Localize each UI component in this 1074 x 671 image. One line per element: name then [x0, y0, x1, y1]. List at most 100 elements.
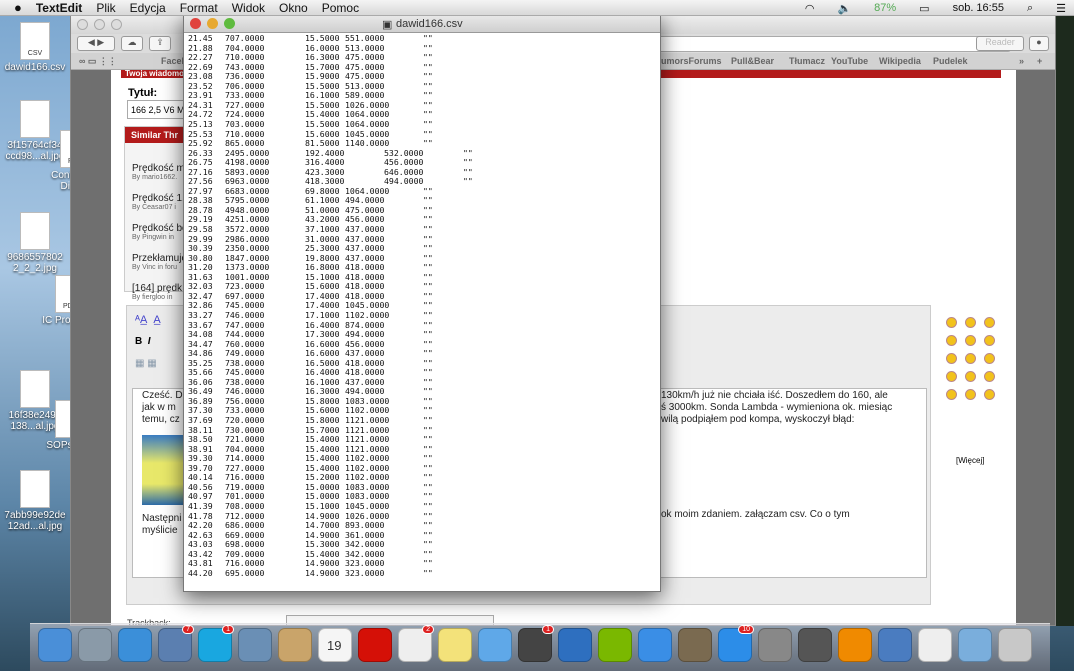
bold-icon[interactable]: B I: [135, 336, 151, 347]
csv-cell: 1373.0000: [225, 262, 270, 273]
bookmark-rumorsforums[interactable]: umorsForums: [661, 56, 722, 66]
menu-okno[interactable]: Okno: [279, 1, 308, 15]
menu-app-name[interactable]: TextEdit: [36, 1, 82, 15]
menu-edycja[interactable]: Edycja: [130, 1, 166, 15]
smiley-icon[interactable]: [984, 317, 995, 328]
more-smilies-link[interactable]: [Więcej]: [956, 456, 984, 465]
smiley-icon[interactable]: [984, 389, 995, 400]
dock-itunes-icon[interactable]: [638, 628, 672, 662]
dock-notes-icon[interactable]: [438, 628, 472, 662]
csv-row: 35.66 745.0000 16.4000 418.0000 "": [184, 367, 660, 377]
dock-vlc-icon[interactable]: [838, 628, 872, 662]
smiley-icon[interactable]: [984, 371, 995, 382]
icloud-icon[interactable]: ☁: [121, 36, 143, 51]
font-size-icon[interactable]: ᴬA̲ A̲: [135, 314, 161, 326]
smiley-icon[interactable]: [946, 353, 957, 364]
bookmark-wikipedia[interactable]: Wikipedia: [879, 56, 921, 66]
back-forward-buttons[interactable]: ◀ ▶: [77, 36, 115, 51]
bookmarks-more[interactable]: »: [1019, 56, 1024, 66]
minimize-button[interactable]: [94, 19, 105, 30]
dock-iphoto-icon[interactable]: [678, 628, 712, 662]
csv-cell: "": [423, 539, 433, 550]
bookmark-pullbear[interactable]: Pull&Bear: [731, 56, 774, 66]
minimize-button[interactable]: [207, 18, 218, 29]
dock-calendar-icon[interactable]: 19: [318, 628, 352, 662]
dock-skype-icon[interactable]: 1: [198, 625, 234, 662]
smiley-icon[interactable]: [984, 353, 995, 364]
desktop-icon[interactable]: 9686557802 2_2_2.jpg: [0, 212, 70, 274]
csv-row: 29.19 4251.0000 43.2000 456.0000 "": [184, 214, 660, 224]
dock-instacast-icon[interactable]: [798, 628, 832, 662]
menu-plik[interactable]: Plik: [96, 1, 115, 15]
similar-thread-title[interactable]: Prędkość 1.: [132, 193, 185, 204]
smiley-icon[interactable]: [946, 335, 957, 346]
smiley-icon[interactable]: [946, 389, 957, 400]
similar-thread-title[interactable]: Przekłamuje: [132, 253, 187, 264]
dock-lastfm-icon[interactable]: [358, 628, 392, 662]
dock-spotify-icon[interactable]: [598, 628, 632, 662]
document-text[interactable]: 21.45 707.0000 15.5000 551.0000 "" 21.88 704.0…: [184, 33, 660, 591]
reader-button[interactable]: Reader: [976, 36, 1024, 51]
dock-screen-app-icon[interactable]: [878, 628, 912, 662]
similar-thread-title[interactable]: Prędkość bo: [132, 223, 188, 234]
menu-pomoc[interactable]: Pomoc: [322, 1, 359, 15]
csv-row: 38.11 730.0000 15.7000 1121.0000 "": [184, 425, 660, 435]
similar-thread-title[interactable]: [164] prędk: [132, 283, 182, 294]
close-button[interactable]: [77, 19, 88, 30]
volume-icon[interactable]: 🔈: [837, 2, 851, 15]
desktop-icon[interactable]: 7abb99e92de 12ad...al.jpg: [0, 470, 70, 532]
smiley-icon[interactable]: [965, 371, 976, 382]
post-text-line: ok moim zdaniem. załączam csv. Co o tym: [661, 509, 850, 520]
reading-list-icon[interactable]: ∞ ▭ ⋮⋮: [79, 56, 117, 67]
dock-facetime-icon[interactable]: 1: [518, 625, 554, 662]
csv-cell: 14.9000: [305, 567, 340, 578]
dock-preview-icon[interactable]: [238, 628, 272, 662]
dock-contacts-icon[interactable]: [278, 628, 312, 662]
csv-cell: 743.0000: [225, 61, 265, 72]
smiley-icon[interactable]: [946, 371, 957, 382]
screenshot-image[interactable]: [142, 435, 186, 505]
similar-thread-title[interactable]: Prędkość m: [132, 163, 185, 174]
apple-icon[interactable]: ●: [14, 0, 22, 15]
bookmark-youtube[interactable]: YouTube: [831, 56, 868, 66]
dock-launchpad-icon[interactable]: [78, 628, 112, 662]
zoom-button[interactable]: [111, 19, 122, 30]
smiley-icon[interactable]: [965, 317, 976, 328]
csv-cell: 475.0000: [345, 71, 385, 82]
zoom-button[interactable]: [224, 18, 235, 29]
dock-textedit-icon[interactable]: [918, 628, 952, 662]
share-icon[interactable]: ⇪: [149, 36, 171, 51]
csv-cell: 893.0000: [345, 520, 385, 531]
dock-mail-bird-icon[interactable]: 7: [158, 625, 194, 662]
smiley-icon[interactable]: [965, 353, 976, 364]
textedit-title-bar[interactable]: ▣ dawid166.csv: [184, 15, 660, 33]
dock-trash-icon[interactable]: [998, 628, 1032, 662]
battery-percent[interactable]: 87%: [874, 2, 896, 14]
bookmark-tlumacz[interactable]: Tłumacz: [789, 56, 825, 66]
wifi-icon[interactable]: ◠: [805, 2, 815, 15]
dock-app-store-icon[interactable]: 10: [718, 625, 754, 662]
menu-widok[interactable]: Widok: [232, 1, 265, 15]
downloads-icon[interactable]: ●: [1029, 36, 1049, 51]
dock-safari-icon[interactable]: [118, 628, 152, 662]
dock-messages-icon[interactable]: [478, 628, 512, 662]
close-button[interactable]: [190, 18, 201, 29]
smiley-icon[interactable]: [984, 335, 995, 346]
smiley-icon[interactable]: [965, 335, 976, 346]
dock-reminders-icon[interactable]: 2: [398, 625, 434, 662]
dock-finder-icon[interactable]: [38, 628, 72, 662]
clock[interactable]: sob. 16:55: [953, 2, 1004, 14]
dock-quicktime-icon[interactable]: [558, 628, 592, 662]
spotlight-icon[interactable]: ⌕: [1027, 2, 1033, 15]
notification-center-icon[interactable]: ☰: [1056, 2, 1066, 15]
dock-folder-icon[interactable]: [958, 628, 992, 662]
menu-format[interactable]: Format: [180, 1, 218, 15]
table-icon[interactable]: ▦ ▦: [135, 358, 157, 369]
battery-icon[interactable]: ▭: [919, 2, 929, 15]
dock-system-preferences-icon[interactable]: [758, 628, 792, 662]
smiley-icon[interactable]: [965, 389, 976, 400]
smiley-icon[interactable]: [946, 317, 957, 328]
bookmark-pudelek[interactable]: Pudelek: [933, 56, 968, 66]
new-tab-button[interactable]: +: [1037, 56, 1042, 66]
desktop-icon[interactable]: CSV dawid166.csv: [0, 22, 70, 73]
